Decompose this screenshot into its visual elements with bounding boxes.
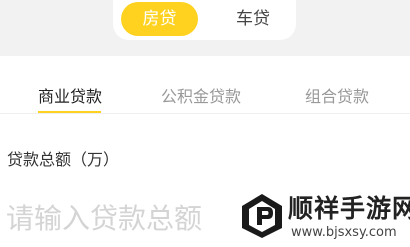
tab-commercial-loan[interactable]: 商业贷款 (38, 85, 102, 109)
site-watermark: 顺祥手游网 www.bjsxsy.com (232, 184, 410, 247)
loan-amount-input[interactable] (6, 196, 256, 240)
tab-combination-loan[interactable]: 组合贷款 (305, 85, 369, 109)
loan-type-switch: 房贷 车贷 (113, 0, 296, 40)
car-loan-toggle[interactable]: 车贷 (220, 2, 286, 36)
watermark-url: www.bjsxsy.com (291, 225, 397, 240)
watermark-title: 顺祥手游网 (288, 194, 410, 223)
watermark-logo-icon (242, 194, 282, 238)
tab-provident-fund-loan[interactable]: 公积金贷款 (161, 85, 241, 109)
tab-divider (0, 113, 410, 114)
loan-amount-label: 贷款总额（万） (7, 150, 120, 169)
mortgage-loan-toggle[interactable]: 房贷 (121, 2, 198, 36)
top-bar: 房贷 车贷 (0, 0, 410, 56)
